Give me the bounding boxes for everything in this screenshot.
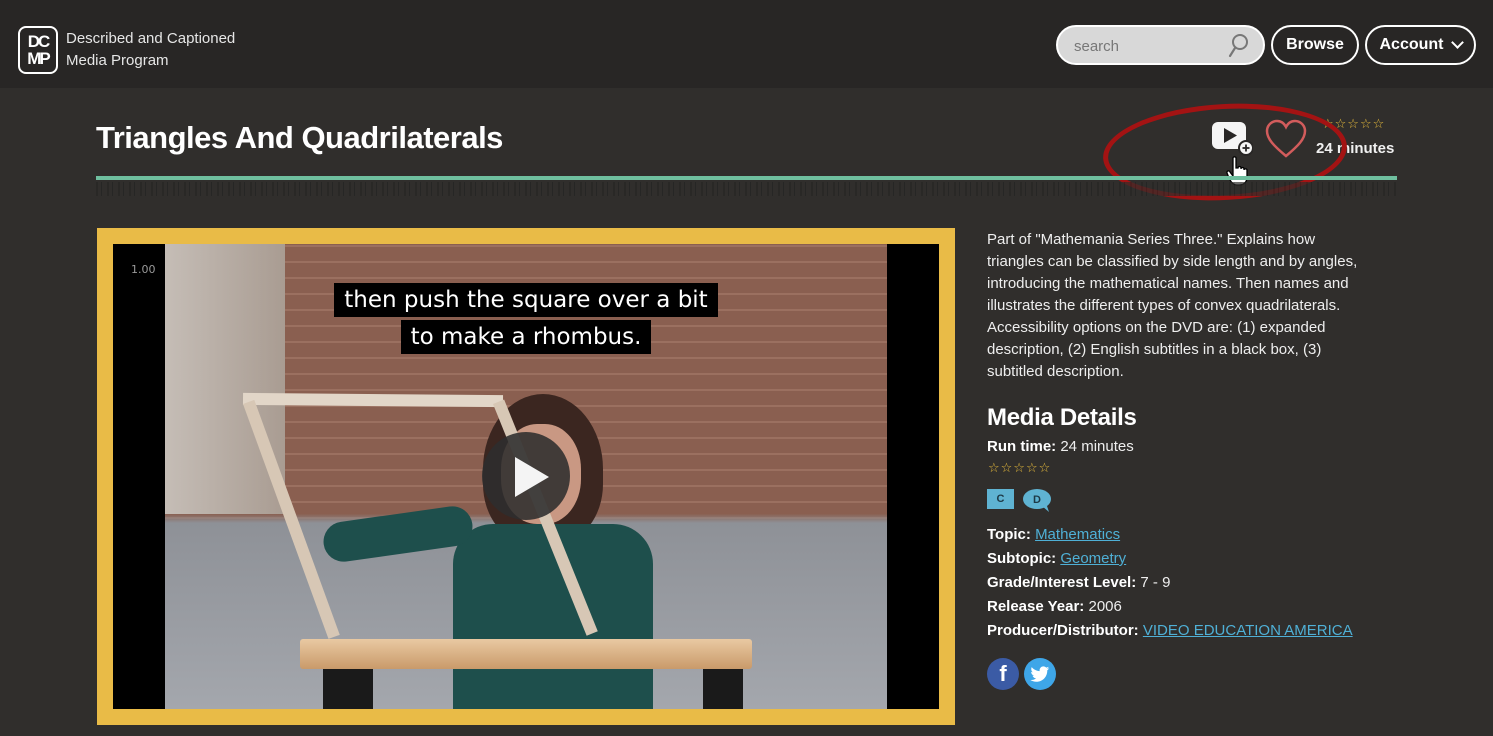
search-box [1056, 25, 1265, 65]
rating-stars[interactable]: ☆☆☆☆☆ [1322, 117, 1385, 132]
browse-button[interactable]: Browse [1271, 25, 1359, 65]
logo-text-bottom: MP [27, 49, 50, 68]
captioned-badge: C [987, 489, 1014, 509]
logo-text-top: DC [27, 32, 51, 51]
media-details-heading: Media Details [987, 404, 1137, 431]
subtopic-label: Subtopic: [987, 550, 1057, 567]
run-time-row: Run time: 24 minutes [987, 437, 1134, 457]
caption-text-2: to make a rhombus. [400, 320, 652, 354]
browse-label: Browse [1286, 36, 1344, 53]
account-label: Account [1379, 36, 1444, 53]
dcmp-logo[interactable]: DC MP [18, 26, 58, 74]
title-divider-shadow [96, 182, 1397, 196]
run-time-value: 24 minutes [1060, 438, 1134, 455]
caption-line-1: then push the square over a bit [113, 283, 939, 317]
grade-label: Grade/Interest Level: [987, 574, 1137, 591]
top-navigation-bar: DC MP Described and Captioned Media Prog… [0, 0, 1493, 88]
brand-line-2: Media Program [66, 52, 169, 69]
scene-board [300, 639, 752, 669]
scene-rhombus-top [242, 392, 504, 408]
favorite-heart-icon[interactable] [1264, 118, 1308, 160]
subtopic-link[interactable]: Geometry [1060, 550, 1126, 567]
page-title: Triangles And Quadrilaterals [96, 120, 503, 155]
caption-text-1: then push the square over a bit [334, 283, 718, 317]
add-to-playlist-button[interactable] [1211, 120, 1253, 156]
topic-link[interactable]: Mathematics [1035, 526, 1120, 543]
producer-label: Producer/Distributor: [987, 622, 1139, 639]
release-year-label: Release Year: [987, 598, 1085, 615]
media-description: Part of "Mathemania Series Three." Expla… [987, 231, 1358, 380]
producer-row: Producer/Distributor: VIDEO EDUCATION AM… [987, 621, 1353, 641]
subtopic-row: Subtopic: Geometry [987, 549, 1126, 569]
title-divider [96, 176, 1397, 180]
search-input[interactable] [1074, 35, 1224, 57]
release-year-value: 2006 [1088, 598, 1122, 615]
release-year-row: Release Year: 2006 [987, 597, 1122, 617]
facebook-icon: f [999, 661, 1007, 686]
video-timecode: 1.00 [131, 263, 156, 276]
described-badge: D [1023, 489, 1051, 512]
brand-name[interactable]: Described and Captioned Media Program [66, 28, 235, 72]
grade-value: 7 - 9 [1140, 574, 1171, 591]
search-icon[interactable] [1227, 33, 1249, 59]
account-menu-button[interactable]: Account [1365, 25, 1476, 65]
play-icon[interactable] [482, 432, 570, 520]
twitter-icon [1030, 665, 1050, 682]
facebook-share-button[interactable]: f [987, 658, 1019, 690]
details-rating-stars[interactable]: ☆☆☆☆☆ [988, 461, 1051, 476]
topic-row: Topic: Mathematics [987, 525, 1120, 545]
grade-row: Grade/Interest Level: 7 - 9 [987, 573, 1170, 593]
run-time-label: Run time: [987, 438, 1057, 455]
caption-line-2: to make a rhombus. [113, 320, 939, 354]
chevron-down-icon [1450, 36, 1464, 49]
producer-link[interactable]: VIDEO EDUCATION AMERICA [1143, 622, 1353, 639]
scene-clamp-right [703, 669, 743, 709]
runtime-summary: 24 minutes [1316, 140, 1395, 157]
video-player[interactable]: 1.00 then push the square over a bit to … [113, 244, 939, 709]
scene-clamp-left [323, 669, 373, 709]
described-badge-label: D [1033, 494, 1041, 506]
brand-line-1: Described and Captioned [66, 30, 236, 47]
video-player-frame: 1.00 then push the square over a bit to … [97, 228, 955, 725]
twitter-share-button[interactable] [1024, 658, 1056, 690]
topic-label: Topic: [987, 526, 1031, 543]
